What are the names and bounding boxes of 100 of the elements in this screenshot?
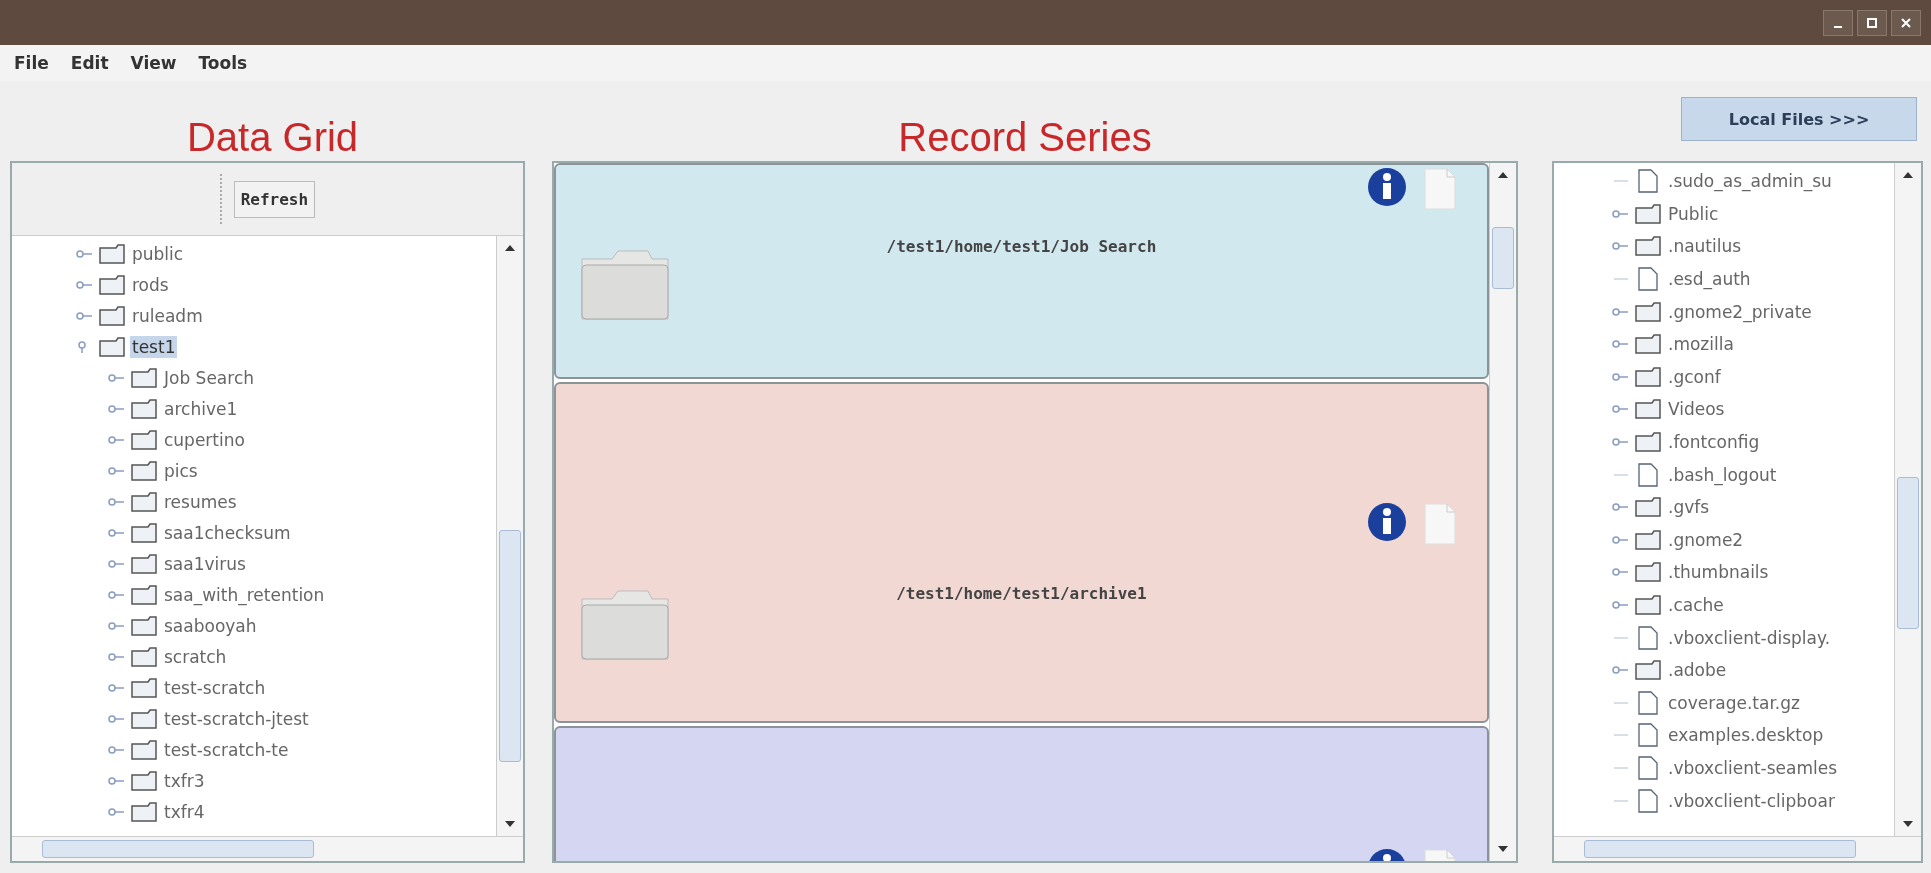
collapsed-handle-icon[interactable] bbox=[108, 588, 126, 601]
maximize-button[interactable] bbox=[1857, 9, 1887, 36]
collapsed-handle-icon[interactable] bbox=[108, 464, 126, 477]
menu-item[interactable]: Edit bbox=[70, 53, 109, 73]
tree-item[interactable]: saa_with_retention bbox=[162, 583, 327, 606]
collapsed-handle-icon[interactable] bbox=[1612, 599, 1630, 611]
scroll-up-icon[interactable] bbox=[504, 244, 515, 252]
tree-item[interactable]: cupertino bbox=[162, 428, 247, 451]
tree-item[interactable]: .gvfs bbox=[1666, 496, 1712, 519]
record-series-card[interactable]: /test1/home/test1/archive1 bbox=[553, 382, 1489, 723]
collapsed-handle-icon[interactable] bbox=[108, 743, 126, 756]
tree-item[interactable]: .esd_auth bbox=[1666, 268, 1753, 291]
tree-item[interactable]: .sudo_as_admin_su bbox=[1666, 170, 1834, 193]
tree-item[interactable]: test1 bbox=[130, 335, 178, 358]
tree-item[interactable]: pics bbox=[162, 459, 200, 482]
tree-item[interactable]: .cache bbox=[1666, 594, 1726, 616]
scroll-down-icon[interactable] bbox=[1498, 845, 1508, 853]
collapsed-handle-icon[interactable] bbox=[1612, 338, 1630, 351]
file-icon bbox=[1635, 723, 1661, 748]
tree-item[interactable]: rods bbox=[130, 273, 171, 296]
tree-item[interactable]: .thumbnails bbox=[1666, 561, 1771, 584]
collapsed-handle-icon[interactable] bbox=[76, 309, 94, 322]
collapsed-handle-icon[interactable] bbox=[1612, 664, 1630, 677]
collapsed-handle-icon[interactable] bbox=[1612, 403, 1630, 416]
tree-item[interactable]: txfr4 bbox=[162, 800, 207, 823]
tree-item[interactable]: .mozilla bbox=[1666, 333, 1736, 356]
tree-item[interactable]: resumes bbox=[162, 490, 239, 513]
collapsed-handle-icon[interactable] bbox=[1612, 207, 1630, 220]
menu-item[interactable]: File bbox=[14, 53, 49, 73]
collapsed-handle-icon[interactable] bbox=[108, 526, 126, 539]
info-icon[interactable] bbox=[1367, 502, 1407, 542]
tree-item[interactable]: .bash_logout bbox=[1666, 463, 1779, 486]
tree-item[interactable]: .vboxclient-seamles bbox=[1666, 757, 1840, 779]
tree-item[interactable]: .adobe bbox=[1666, 659, 1729, 682]
collapsed-handle-icon[interactable] bbox=[1612, 240, 1630, 253]
tree-item[interactable]: .gnome2 bbox=[1666, 528, 1746, 551]
tree-item[interactable]: archive1 bbox=[162, 397, 240, 420]
scroll-down-icon[interactable] bbox=[504, 820, 515, 828]
collapsed-handle-icon[interactable] bbox=[108, 712, 126, 725]
collapsed-handle-icon[interactable] bbox=[1612, 533, 1630, 546]
collapsed-handle-icon[interactable] bbox=[108, 557, 126, 570]
tree-item[interactable]: .vboxclient-clipboar bbox=[1666, 789, 1837, 812]
collapsed-handle-icon[interactable] bbox=[108, 650, 126, 663]
collapsed-handle-icon[interactable] bbox=[108, 371, 126, 384]
scroll-thumb[interactable] bbox=[1492, 227, 1514, 289]
tree-item[interactable]: .fontconfig bbox=[1666, 431, 1762, 454]
collapsed-handle-icon[interactable] bbox=[108, 774, 126, 787]
vertical-scrollbar[interactable] bbox=[495, 236, 523, 836]
collapsed-handle-icon[interactable] bbox=[1612, 436, 1630, 449]
tree-item[interactable]: test-scratch-jtest bbox=[162, 707, 311, 730]
tree-item[interactable]: examples.desktop bbox=[1666, 724, 1826, 747]
scroll-thumb[interactable] bbox=[1897, 477, 1919, 629]
collapsed-handle-icon[interactable] bbox=[76, 278, 94, 291]
collapsed-handle-icon[interactable] bbox=[1612, 305, 1630, 318]
folder-icon bbox=[1635, 562, 1661, 583]
tree-item[interactable]: .gnome2_private bbox=[1666, 300, 1814, 323]
record-series-card[interactable]: /test1/home/test1/Job Search bbox=[553, 163, 1489, 379]
horizontal-scrollbar[interactable] bbox=[1554, 836, 1921, 861]
scroll-thumb[interactable] bbox=[498, 530, 521, 762]
collapsed-handle-icon[interactable] bbox=[108, 433, 126, 446]
tree-item[interactable]: Videos bbox=[1666, 398, 1727, 421]
tree-item[interactable]: txfr3 bbox=[162, 769, 207, 792]
tree-item[interactable]: scratch bbox=[162, 645, 229, 668]
refresh-button[interactable]: Refresh bbox=[233, 180, 316, 218]
collapsed-handle-icon[interactable] bbox=[108, 402, 126, 415]
tree-item[interactable]: .gconf bbox=[1666, 365, 1723, 388]
tree-item[interactable]: Public bbox=[1666, 202, 1721, 225]
tree-item[interactable]: coverage.tar.gz bbox=[1666, 691, 1802, 714]
tree-item[interactable]: .vboxclient-display. bbox=[1666, 626, 1833, 649]
menu-item[interactable]: Tools bbox=[198, 53, 248, 73]
scroll-up-icon[interactable] bbox=[1903, 171, 1913, 179]
tree-item[interactable]: public bbox=[130, 242, 186, 265]
collapsed-handle-icon[interactable] bbox=[1612, 501, 1630, 514]
tree-item[interactable]: test-scratch bbox=[162, 676, 268, 699]
collapsed-handle-icon[interactable] bbox=[108, 805, 126, 818]
scroll-up-icon[interactable] bbox=[1498, 171, 1508, 179]
tree-item[interactable]: Job Search bbox=[162, 366, 256, 389]
tree-item[interactable]: ruleadm bbox=[130, 304, 205, 327]
collapsed-handle-icon[interactable] bbox=[108, 619, 126, 632]
info-icon[interactable] bbox=[1367, 167, 1407, 207]
tree-item[interactable]: saa1checksum bbox=[162, 521, 293, 544]
local-files-button[interactable]: Local Files >>> bbox=[1681, 97, 1917, 141]
scroll-down-icon[interactable] bbox=[1903, 820, 1913, 828]
menu-item[interactable]: View bbox=[130, 53, 177, 73]
collapsed-handle-icon[interactable] bbox=[1612, 566, 1630, 579]
folder-icon bbox=[99, 274, 125, 295]
collapsed-handle-icon[interactable] bbox=[108, 495, 126, 508]
vertical-scrollbar[interactable] bbox=[1489, 163, 1516, 861]
folder-icon bbox=[131, 553, 157, 574]
section-heading: Data Grid bbox=[186, 117, 359, 161]
vertical-scrollbar[interactable] bbox=[1894, 163, 1921, 836]
horizontal-scrollbar[interactable] bbox=[12, 836, 523, 861]
tree-item[interactable]: test-scratch-te bbox=[162, 738, 291, 761]
tree-item[interactable]: saa1virus bbox=[162, 552, 248, 575]
tree-item[interactable]: saabooyah bbox=[162, 614, 259, 637]
collapsed-handle-icon[interactable] bbox=[108, 681, 126, 694]
collapsed-handle-icon[interactable] bbox=[1612, 370, 1630, 383]
collapsed-handle-icon[interactable] bbox=[76, 247, 94, 260]
tree-item[interactable]: .nautilus bbox=[1666, 235, 1744, 258]
close-button[interactable] bbox=[1891, 9, 1921, 36]
